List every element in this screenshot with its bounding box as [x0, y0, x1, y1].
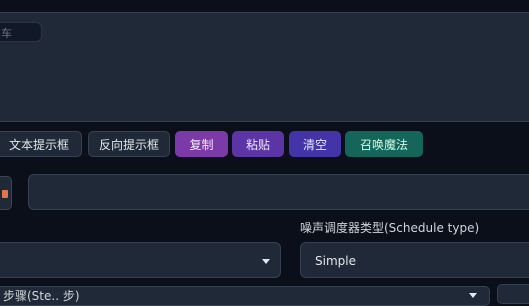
schedule-type-label: 噪声调度器类型(Schedule type): [300, 221, 480, 235]
top-strip: [0, 0, 529, 12]
negative-prompt-button[interactable]: 反向提示框: [88, 131, 170, 157]
sampler-dropdown[interactable]: [0, 242, 281, 278]
text-prompt-button[interactable]: 文本提示框: [0, 131, 82, 157]
steps-dropdown[interactable]: 步骤(Ste.. 步): [0, 286, 490, 306]
edit-icon-button[interactable]: [0, 176, 12, 210]
clear-button[interactable]: 清空: [289, 131, 341, 157]
prompt-textarea[interactable]: [0, 12, 529, 122]
copy-button-label: 复制: [189, 137, 214, 152]
clear-button-label: 清空: [302, 137, 327, 152]
steps-label: 步骤(Ste.. 步): [3, 289, 80, 303]
negative-prompt-button-label: 反向提示框: [98, 137, 159, 152]
schedule-type-value: Simple: [315, 254, 356, 268]
steps-input[interactable]: [497, 284, 529, 304]
schedule-type-dropdown[interactable]: Simple: [300, 242, 529, 278]
copy-button[interactable]: 复制: [175, 131, 228, 157]
prompt-tag[interactable]: 车: [0, 22, 42, 42]
summon-magic-button-label: 召唤魔法: [359, 137, 408, 152]
paste-button-label: 粘贴: [245, 137, 270, 152]
chevron-down-icon: [469, 293, 477, 298]
summon-magic-button[interactable]: 召唤魔法: [345, 131, 423, 157]
paste-button[interactable]: 粘贴: [232, 131, 284, 157]
text-prompt-button-label: 文本提示框: [8, 137, 69, 152]
edit-icon: [2, 190, 8, 198]
text-input[interactable]: [28, 174, 529, 210]
prompt-tag-label: 车: [1, 27, 12, 40]
chevron-down-icon: [262, 259, 270, 264]
